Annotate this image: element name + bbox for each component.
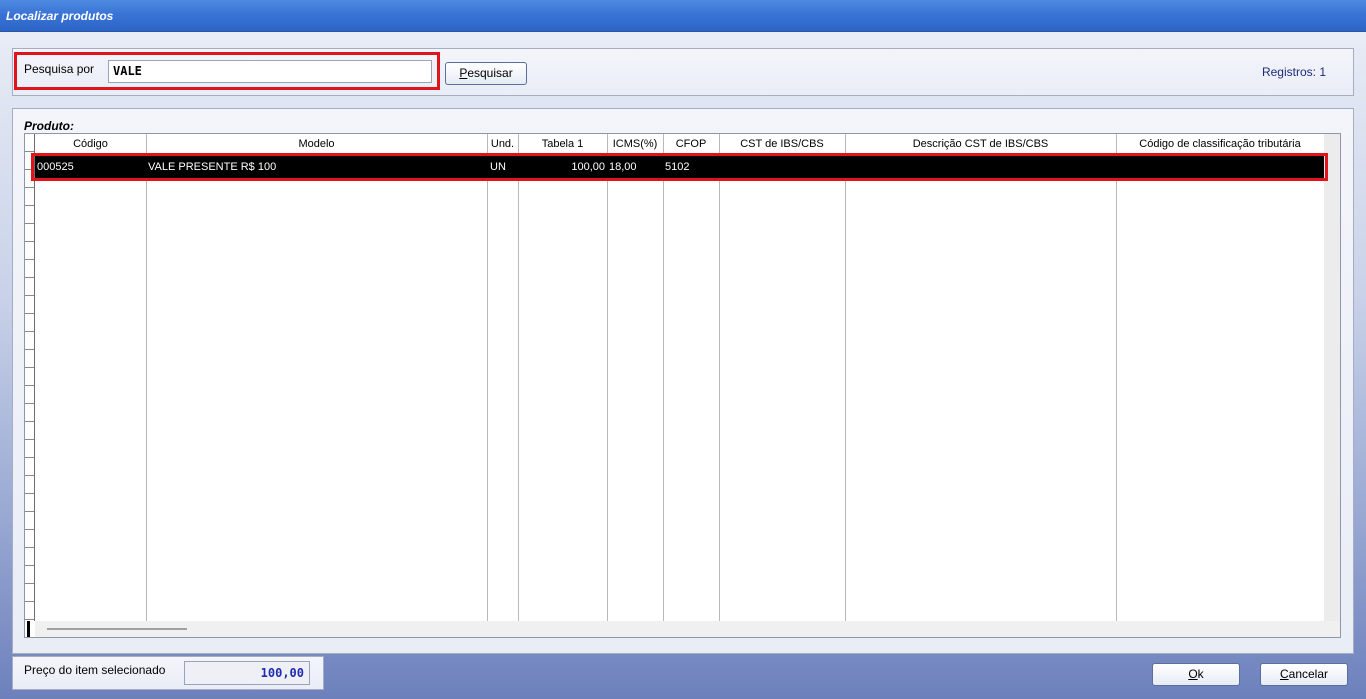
column-header-und[interactable]: Und. [487,134,518,154]
column-divider [607,134,608,621]
ok-button-mnemonic: O [1188,667,1198,681]
column-divider [518,134,519,621]
column-divider [487,134,488,621]
current-row-marker [27,621,30,637]
search-input[interactable]: VALE [108,60,432,83]
column-divider [845,134,846,621]
cancel-button-mnemonic: C [1279,667,1289,681]
title-bar: Localizar produtos [0,0,1366,32]
column-divider [146,134,147,621]
search-label: Pesquisa por [24,62,95,76]
cancel-button-label-rest: ancelar [1288,667,1329,681]
price-value: 100,00 [184,661,310,685]
search-button-label-rest: esquisar [467,66,513,80]
grid-caption: Produto: [24,119,74,133]
column-header-classificacao[interactable]: Código de classificação tributária [1116,134,1324,154]
column-header-icms[interactable]: ICMS(%) [607,134,663,154]
window-title: Localizar produtos [6,9,114,23]
ok-button[interactable]: Ok [1152,663,1240,686]
column-header-cfop[interactable]: CFOP [663,134,719,154]
row-highlight-box [31,153,1328,181]
price-label: Preço do item selecionado [24,663,166,677]
records-count: Registros: 1 [1261,65,1326,79]
column-header-codigo[interactable]: Código [35,134,146,154]
column-header-descricao-cst[interactable]: Descrição CST de IBS/CBS [845,134,1116,154]
column-divider [1116,134,1117,621]
column-header-modelo[interactable]: Modelo [146,134,487,154]
column-divider [663,134,664,621]
column-header-tabela1[interactable]: Tabela 1 [518,134,607,154]
horizontal-scroll-thumb[interactable] [47,628,187,630]
row-indicator-column [25,134,35,621]
vertical-scrollbar[interactable] [1324,134,1340,621]
cancel-button[interactable]: Cancelar [1260,663,1348,686]
horizontal-scrollbar[interactable] [35,621,1340,637]
column-divider [719,134,720,621]
column-header-cst[interactable]: CST de IBS/CBS [719,134,845,154]
search-button[interactable]: Pesquisar [445,62,527,85]
ok-button-label-rest: k [1197,667,1204,681]
products-grid[interactable]: Código Modelo Und. Tabela 1 ICMS(%) CFOP… [24,133,1341,638]
